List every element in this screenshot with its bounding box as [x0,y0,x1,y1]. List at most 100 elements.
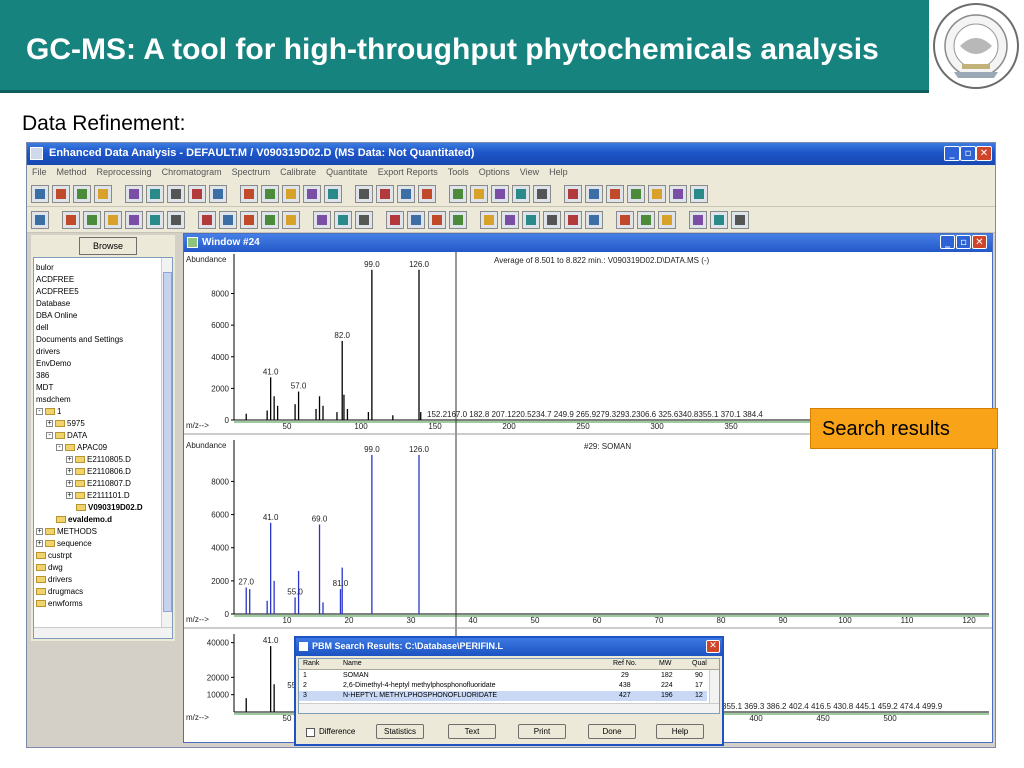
toolbar-button[interactable] [731,211,749,229]
toolbar-button[interactable] [564,211,582,229]
toolbar-button[interactable] [658,211,676,229]
tree-item[interactable]: + METHODS [36,526,97,538]
toolbar-button[interactable] [219,211,237,229]
expand-icon[interactable]: + [46,420,53,428]
expand-icon[interactable]: + [66,480,73,488]
toolbar-button[interactable] [522,211,540,229]
tree-item[interactable]: MDT [36,382,53,394]
toolbar-button[interactable] [397,185,415,203]
toolbar-button[interactable] [637,211,655,229]
collapse-icon[interactable]: - [46,432,53,440]
menu-view[interactable]: View [515,165,544,177]
tree-item[interactable]: Documents and Settings [36,334,123,346]
toolbar-button[interactable] [31,185,49,203]
toolbar-button[interactable] [470,185,488,203]
menu-method[interactable]: Method [52,165,92,177]
minimize-button[interactable]: _ [944,146,960,161]
expand-icon[interactable]: + [36,540,43,548]
toolbar-button[interactable] [512,185,530,203]
collapse-icon[interactable]: - [56,444,63,452]
toolbar-button[interactable] [282,211,300,229]
toolbar-button[interactable] [449,185,467,203]
tree-horizontal-scrollbar[interactable] [34,627,172,638]
toolbar-button[interactable] [167,211,185,229]
toolbar-button[interactable] [83,211,101,229]
toolbar-button[interactable] [501,211,519,229]
column-qual[interactable]: Qual [692,659,707,669]
tree-item[interactable]: 386 [36,370,49,382]
tree-item[interactable]: enwforms [36,598,83,610]
toolbar-button[interactable] [52,185,70,203]
toolbar-button[interactable] [533,185,551,203]
toolbar-button[interactable] [313,211,331,229]
text-button[interactable]: Text [448,724,496,739]
toolbar-button[interactable] [73,185,91,203]
tree-item[interactable]: +5975 [46,418,85,430]
pbm-horizontal-scrollbar[interactable] [299,703,719,713]
toolbar-button[interactable] [261,185,279,203]
toolbar-button[interactable] [648,185,666,203]
pbm-close-button[interactable]: ✕ [706,640,720,653]
tree-item[interactable]: msdchem [36,394,71,406]
tree-item[interactable]: ACDFREE [36,274,74,286]
toolbar-button[interactable] [324,185,342,203]
toolbar-button[interactable] [585,185,603,203]
tree-vertical-scrollbar[interactable] [161,258,172,638]
toolbar-button[interactable] [303,185,321,203]
toolbar-button[interactable] [376,185,394,203]
toolbar-button[interactable] [125,185,143,203]
toolbar-button[interactable] [449,211,467,229]
toolbar-button[interactable] [261,211,279,229]
toolbar-button[interactable] [198,211,216,229]
toolbar-button[interactable] [125,211,143,229]
table-row[interactable]: 2 2,6-Dimethyl-4-heptyl methylphosphonof… [299,681,719,691]
help-button[interactable]: Help [656,724,704,739]
close-button[interactable]: ✕ [976,146,992,161]
toolbar-button[interactable] [355,211,373,229]
pbm-vertical-scrollbar[interactable] [709,670,719,706]
menu-calibrate[interactable]: Calibrate [275,165,321,177]
menu-export-reports[interactable]: Export Reports [373,165,443,177]
toolbar-button[interactable] [627,185,645,203]
expand-icon[interactable]: + [36,528,43,536]
toolbar-button[interactable] [491,185,509,203]
toolbar-button[interactable] [188,185,206,203]
tree-item[interactable]: V090319D02.D [76,502,143,514]
toolbar-button[interactable] [710,211,728,229]
menu-chromatogram[interactable]: Chromatogram [157,165,227,177]
tree-item[interactable]: + E2110806.D [66,466,131,478]
table-row[interactable]: 1 SOMAN 29 182 90 [299,671,719,681]
column-ref-no[interactable]: Ref No. [613,659,637,669]
restore-button[interactable]: ▫ [960,146,976,161]
menu-tools[interactable]: Tools [443,165,474,177]
menu-file[interactable]: File [27,165,52,177]
done-button[interactable]: Done [588,724,636,739]
tree-item[interactable]: + sequence [36,538,92,550]
toolbar-button[interactable] [62,211,80,229]
toolbar-button[interactable] [386,211,404,229]
spectrum-maximize-button[interactable]: ▫ [956,235,971,249]
tree-item[interactable]: dwg [36,562,63,574]
column-rank[interactable]: Rank [303,659,319,669]
toolbar-button[interactable] [616,211,634,229]
toolbar-button[interactable] [564,185,582,203]
toolbar-button[interactable] [480,211,498,229]
tree-item[interactable]: + E2111101.D [66,490,130,502]
difference-checkbox[interactable] [306,728,315,737]
tree-item[interactable]: evaldemo.d [56,514,112,526]
menu-help[interactable]: Help [544,165,573,177]
directory-tree[interactable]: bulor ACDFREE ACDFREE5 Database DBA Online de… [33,257,173,639]
tree-item[interactable]: + E2110807.D [66,478,131,490]
tree-item[interactable]: ACDFREE5 [36,286,79,298]
tree-item[interactable]: EnvDemo [36,358,71,370]
menu-options[interactable]: Options [474,165,515,177]
expand-icon[interactable]: + [66,468,73,476]
toolbar-button[interactable] [543,211,561,229]
menu-reprocessing[interactable]: Reprocessing [92,165,157,177]
tree-item[interactable]: drivers [36,346,60,358]
tree-item[interactable]: - DATA [46,430,87,442]
toolbar-button[interactable] [585,211,603,229]
toolbar-button[interactable] [240,211,258,229]
toolbar-button[interactable] [418,185,436,203]
column-mw[interactable]: MW [659,659,671,669]
